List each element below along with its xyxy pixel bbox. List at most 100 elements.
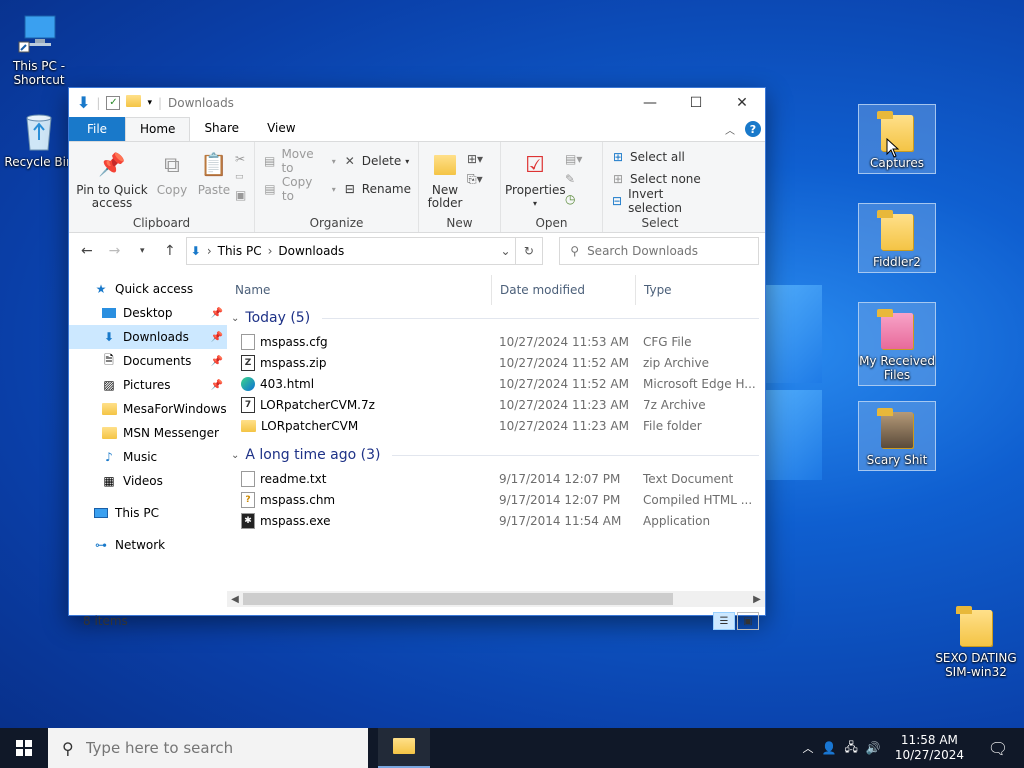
customize-qat-icon[interactable]: ▾ (147, 98, 152, 108)
paste-button[interactable]: 📋 Paste (193, 146, 235, 214)
nav-quick-access[interactable]: ★ Quick access (69, 277, 227, 301)
nav-item-documents[interactable]: 🗎 Documents 📌 (69, 349, 227, 373)
tab-home[interactable]: Home (125, 117, 191, 141)
help-icon[interactable]: ? (745, 121, 761, 137)
rename-button[interactable]: ⊟ Rename (339, 180, 414, 198)
select-all-button[interactable]: ⊞ Select all (607, 148, 713, 166)
file-row[interactable]: mspass.cfg 10/27/2024 11:53 AM CFG File (227, 331, 765, 352)
tab-view[interactable]: View (253, 117, 309, 141)
pin-to-quick-access-button[interactable]: 📌 Pin to Quick access (73, 146, 151, 214)
taskbar-file-explorer[interactable] (378, 728, 430, 768)
nav-item-desktop[interactable]: Desktop 📌 (69, 301, 227, 325)
nav-this-pc[interactable]: This PC (69, 501, 227, 525)
title-bar[interactable]: ⬇ | ✓ ▾ | Downloads — ☐ ✕ (69, 88, 765, 117)
file-row[interactable]: 7 LORpatcherCVM.7z 10/27/2024 11:23 AM 7z… (227, 394, 765, 415)
show-hidden-icons-icon[interactable]: ︿ (803, 740, 814, 756)
file-row[interactable]: ✱ mspass.exe 9/17/2014 11:54 AM Applicati… (227, 510, 765, 531)
easy-access-icon[interactable]: ⎘▾ (467, 172, 483, 187)
desktop-icon-fiddler2[interactable]: Fiddler2 (858, 203, 936, 273)
desktop-icon-sexo-dating-sim[interactable]: SEXO DATING SIM-win32 (934, 600, 1018, 679)
breadcrumb-downloads[interactable]: Downloads (278, 244, 344, 258)
taskbar: ⚲ ︿ 👤 🖧 🔊 11:58 AM 10/27/2024 🗨 (0, 728, 1024, 768)
nav-item-downloads[interactable]: ⬇ Downloads 📌 (69, 325, 227, 349)
scroll-left-icon[interactable]: ◀ (227, 594, 243, 605)
move-to-button[interactable]: ▤ Move to ▾ (259, 147, 339, 175)
file-row[interactable]: ? mspass.chm 9/17/2014 12:07 PM Compiled … (227, 489, 765, 510)
forward-button[interactable]: → (103, 239, 127, 263)
details-view-button[interactable]: ☰ (713, 612, 735, 630)
desktop-icon-my-received-files[interactable]: My Received Files (858, 302, 936, 386)
address-dropdown-icon[interactable]: ⌄ (501, 244, 511, 258)
volume-icon[interactable]: 🔊 (866, 741, 881, 755)
nav-item-msn-messenger[interactable]: MSN Messenger (69, 421, 227, 445)
copy-path-icon[interactable]: ▭ (235, 172, 246, 182)
file-date: 9/17/2014 12:07 PM (499, 471, 621, 486)
nav-item-mesaforwindows[interactable]: MesaForWindows-2 (69, 397, 227, 421)
notification-center-icon[interactable]: 🗨 (978, 728, 1018, 768)
file-explorer-icon (393, 737, 415, 757)
column-type[interactable]: Type (635, 275, 755, 305)
search-input[interactable] (587, 244, 738, 258)
file-row[interactable]: readme.txt 9/17/2014 12:07 PM Text Docum… (227, 468, 765, 489)
taskbar-search-input[interactable] (85, 739, 326, 757)
explorer-window[interactable]: ⬇ | ✓ ▾ | Downloads — ☐ ✕ File Home Shar… (68, 87, 766, 630)
select-none-button[interactable]: ⊞ Select none (607, 170, 713, 188)
recent-locations-button[interactable]: ▾ (130, 239, 154, 263)
address-bar[interactable]: ⬇ › This PC › Downloads ⌄ (185, 237, 516, 265)
delete-button[interactable]: ✕ Delete ▾ (339, 152, 414, 170)
properties-check-icon[interactable]: ✓ (106, 95, 121, 110)
nav-network[interactable]: ⊶ Network (69, 533, 227, 557)
group-header-long-time-ago[interactable]: ⌄ A long time ago (3) (227, 442, 765, 468)
taskbar-search[interactable]: ⚲ (48, 728, 368, 768)
ribbon-group-label: Organize (309, 216, 364, 230)
tab-file[interactable]: File (69, 117, 125, 141)
new-folder-label: New folder (427, 183, 463, 210)
column-name[interactable]: Name (227, 275, 491, 305)
history-icon[interactable]: ◷ (565, 192, 582, 206)
user-icon[interactable]: 👤 (822, 741, 837, 755)
desktop-icon-recycle-bin[interactable]: Recycle Bin (0, 104, 78, 169)
pin-icon: 📌 (210, 355, 223, 367)
nav-item-videos[interactable]: ▦ Videos (69, 469, 227, 493)
desktop-icon-scary-shit[interactable]: Scary Shit (858, 401, 936, 471)
back-button[interactable]: ← (75, 239, 99, 263)
network-icon[interactable]: 🖧 (844, 738, 857, 759)
clock[interactable]: 11:58 AM 10/27/2024 (889, 733, 970, 763)
large-icons-view-button[interactable]: ▣ (737, 612, 759, 630)
invert-selection-icon: ⊟ (612, 194, 623, 208)
pin-label: Pin to Quick access (76, 183, 148, 210)
refresh-button[interactable]: ↻ (515, 237, 544, 265)
file-row[interactable]: LORpatcherCVM 10/27/2024 11:23 AM File f… (227, 415, 765, 436)
edit-icon[interactable]: ✎ (565, 172, 582, 186)
breadcrumb-this-pc[interactable]: This PC (218, 244, 262, 258)
scroll-right-icon[interactable]: ▶ (749, 594, 765, 605)
maximize-button[interactable]: ☐ (673, 88, 719, 117)
close-button[interactable]: ✕ (719, 88, 765, 117)
file-row[interactable]: 403.html 10/27/2024 11:52 AM Microsoft E… (227, 373, 765, 394)
horizontal-scrollbar[interactable]: ◀ ▶ (227, 591, 765, 607)
up-button[interactable]: ↑ (158, 239, 182, 263)
nav-item-music[interactable]: ♪ Music (69, 445, 227, 469)
group-header-today[interactable]: ⌄ Today (5) (227, 305, 765, 331)
search-box[interactable]: ⚲ (559, 237, 759, 265)
paste-shortcut-icon[interactable]: ▣ (235, 188, 246, 202)
nav-item-pictures[interactable]: ▨ Pictures 📌 (69, 373, 227, 397)
tab-share[interactable]: Share (190, 117, 253, 141)
start-button[interactable] (0, 728, 48, 768)
file-name: LORpatcherCVM.7z (260, 397, 375, 412)
cut-icon[interactable]: ✂ (235, 152, 246, 166)
open-icon[interactable]: ▤▾ (565, 152, 582, 166)
column-date-modified[interactable]: Date modified (491, 275, 635, 305)
scroll-thumb[interactable] (243, 593, 673, 605)
copy-button[interactable]: ⧉ Copy (151, 146, 193, 214)
new-item-icon[interactable]: ⊞▾ (467, 152, 483, 166)
collapse-ribbon-icon[interactable]: ︿ (725, 122, 735, 137)
properties-button[interactable]: ☑ Properties ▾ (505, 146, 566, 214)
file-row[interactable]: Zmspass.zip 10/27/2024 11:52 AM zip Arch… (227, 352, 765, 373)
minimize-button[interactable]: — (627, 88, 673, 117)
invert-selection-button[interactable]: ⊟ Invert selection (607, 187, 713, 215)
desktop-icon-this-pc[interactable]: This PC - Shortcut (0, 8, 78, 87)
copy-to-button[interactable]: ▤ Copy to ▾ (259, 175, 339, 203)
new-folder-button[interactable]: New folder (423, 146, 467, 214)
new-folder-icon[interactable] (126, 95, 142, 110)
